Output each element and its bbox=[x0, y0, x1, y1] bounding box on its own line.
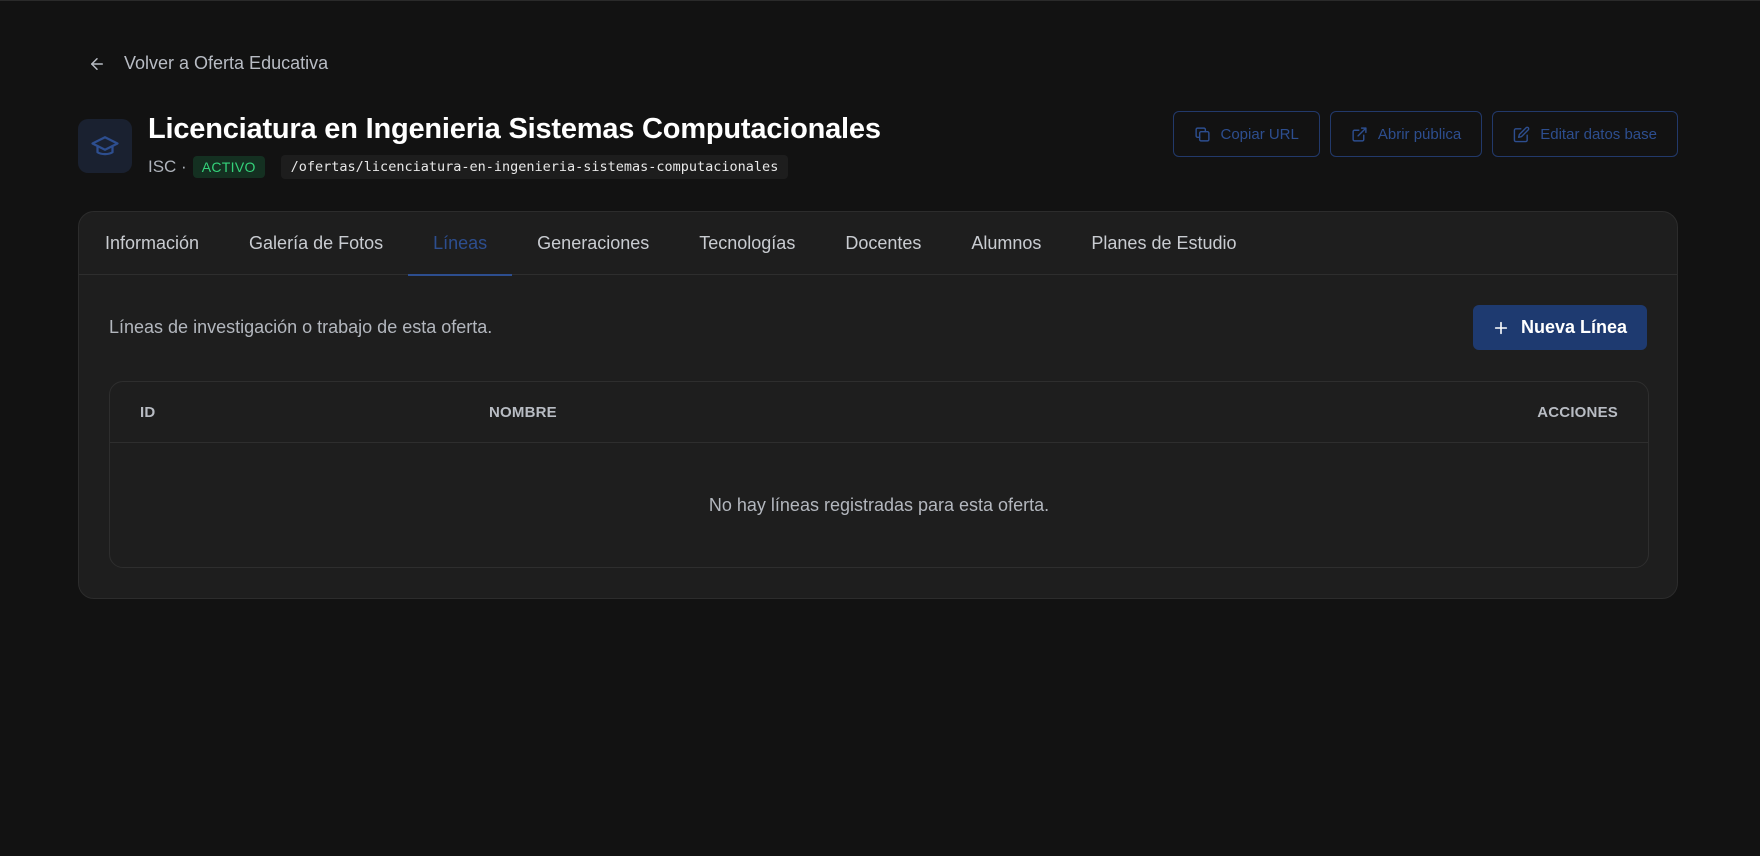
column-header-acciones: ACCIONES bbox=[1537, 404, 1618, 421]
offer-slug: /ofertas/licenciatura-en-ingenieria-sist… bbox=[280, 155, 789, 179]
page-header: Licenciatura en Ingenieria Sistemas Comp… bbox=[78, 111, 1678, 183]
tab-lineas[interactable]: Líneas bbox=[408, 212, 513, 276]
tab-galeria-de-fotos[interactable]: Galería de Fotos bbox=[224, 212, 408, 275]
graduation-cap-icon bbox=[91, 136, 119, 156]
tab-alumnos[interactable]: Alumnos bbox=[946, 212, 1066, 275]
lines-table: ID NOMBRE ACCIONES No hay líneas registr… bbox=[109, 381, 1649, 568]
table-header: ID NOMBRE ACCIONES bbox=[110, 382, 1648, 443]
tab-informacion[interactable]: Información bbox=[105, 212, 224, 275]
status-badge: ACTIVO bbox=[192, 156, 265, 178]
header-actions: Copiar URL Abrir pública Editar datos ba… bbox=[1172, 111, 1678, 157]
edit-base-data-label: Editar datos base bbox=[1540, 125, 1657, 143]
offer-detail-card: Información Galería de Fotos Líneas Gene… bbox=[78, 211, 1678, 599]
tab-planes-de-estudio[interactable]: Planes de Estudio bbox=[1066, 212, 1261, 275]
arrow-left-icon bbox=[91, 57, 103, 70]
column-header-id: ID bbox=[140, 404, 156, 421]
external-link-icon bbox=[1352, 126, 1367, 142]
offer-code: ISC · bbox=[148, 157, 187, 176]
section-description: Líneas de investigación o trabajo de est… bbox=[109, 317, 493, 337]
open-public-label: Abrir pública bbox=[1377, 125, 1462, 143]
tab-generaciones[interactable]: Generaciones bbox=[512, 212, 674, 275]
new-line-label: Nueva Línea bbox=[1520, 317, 1627, 337]
empty-state-message: No hay líneas registradas para esta ofer… bbox=[708, 495, 1050, 515]
plus-icon bbox=[1494, 321, 1508, 334]
edit-base-data-button[interactable]: Editar datos base bbox=[1492, 111, 1678, 157]
offer-meta: ISC · ACTIVO /ofertas/licenciatura-en-in… bbox=[148, 155, 789, 179]
edit-icon bbox=[1513, 126, 1530, 142]
tab-bar: Información Galería de Fotos Líneas Gene… bbox=[79, 212, 1677, 276]
open-public-button[interactable]: Abrir pública bbox=[1329, 111, 1483, 157]
back-link[interactable]: Volver a Oferta Educativa bbox=[88, 53, 328, 74]
column-header-nombre: NOMBRE bbox=[489, 404, 557, 421]
copy-url-label: Copiar URL bbox=[1220, 125, 1299, 143]
tab-docentes[interactable]: Docentes bbox=[820, 212, 946, 275]
new-line-button[interactable]: Nueva Línea bbox=[1472, 305, 1647, 350]
back-link-label: Volver a Oferta Educativa bbox=[124, 53, 329, 73]
copy-url-button[interactable]: Copiar URL bbox=[1172, 111, 1320, 157]
copy-icon bbox=[1194, 126, 1210, 142]
offer-avatar bbox=[78, 119, 132, 173]
page-title: Licenciatura en Ingenieria Sistemas Comp… bbox=[148, 113, 881, 145]
page: Volver a Oferta Educativa Licenciatura e… bbox=[0, 0, 1760, 856]
tab-tecnologias[interactable]: Tecnologías bbox=[674, 212, 820, 275]
